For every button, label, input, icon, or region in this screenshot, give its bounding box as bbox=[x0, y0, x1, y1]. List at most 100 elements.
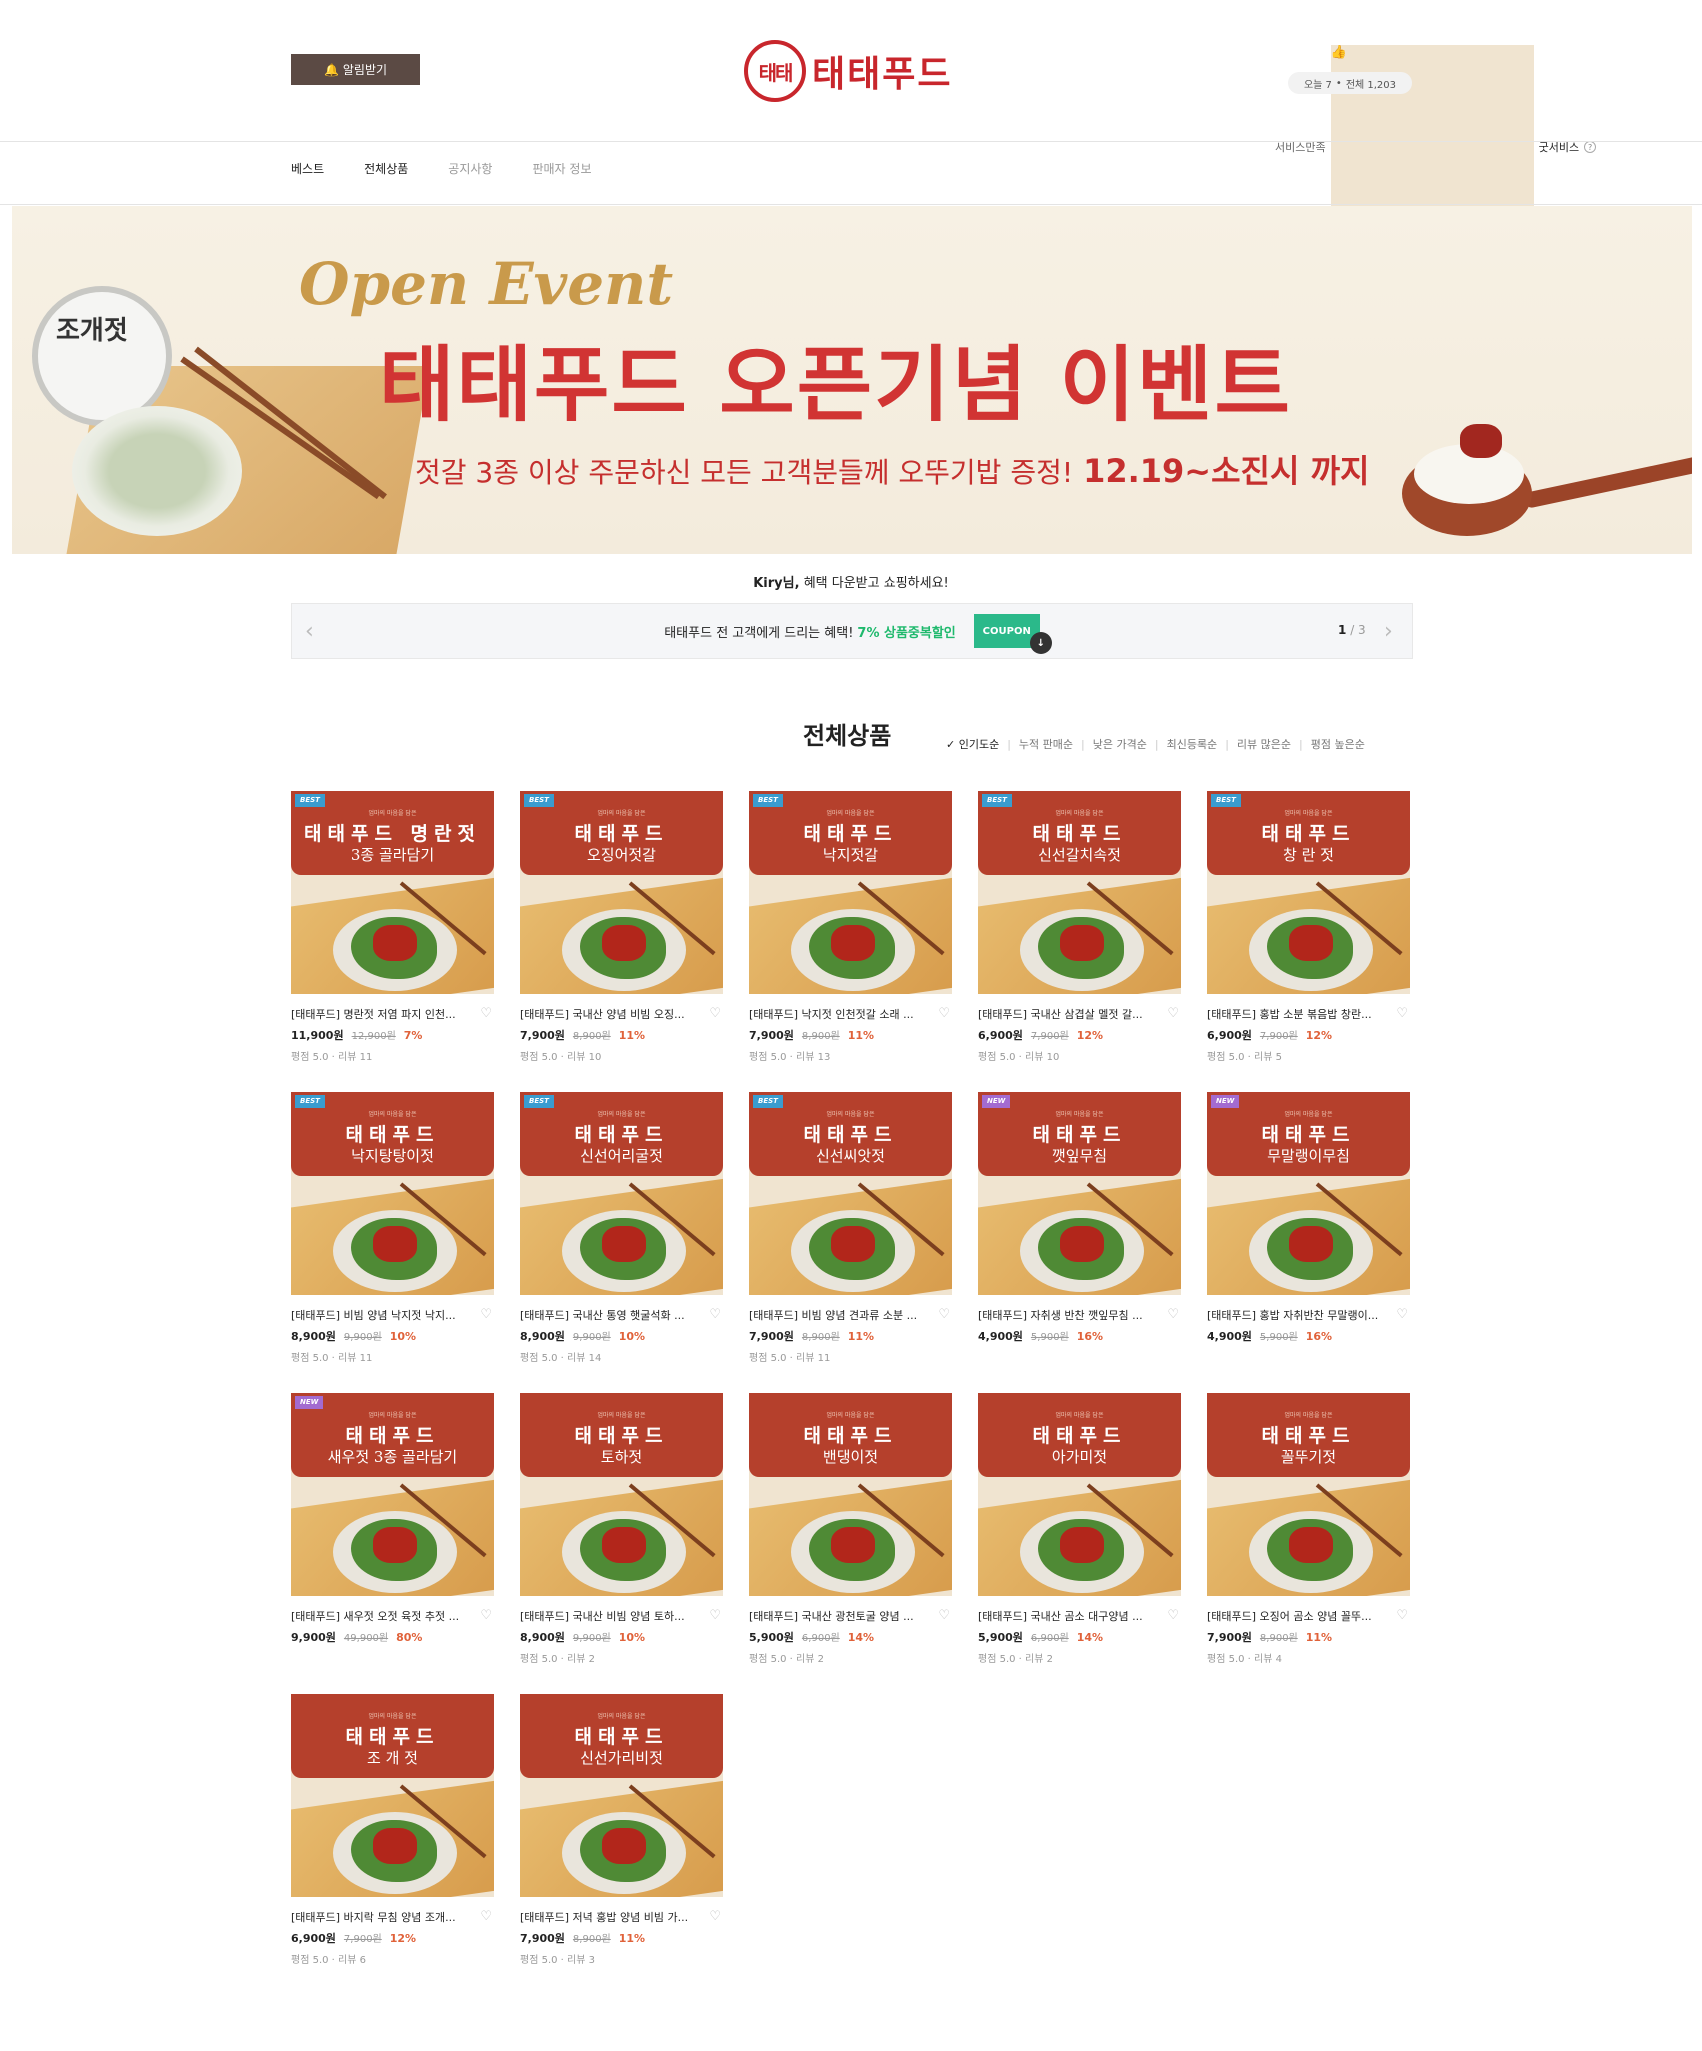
product-thumbnail[interactable]: 엄마의 마음을 담은 태태푸드 명란젓 3종 골라담기 BEST bbox=[291, 791, 494, 994]
product-title[interactable]: [태태푸드] 국내산 광천토굴 양념 ... bbox=[749, 1608, 929, 1624]
product-card[interactable]: 엄마의 마음을 담은 태태푸드 토하젓 [태태푸드] 국내산 비빔 양념 토하.… bbox=[520, 1393, 723, 1694]
nav-best[interactable]: 베스트 bbox=[291, 160, 324, 177]
original-price: 9,900원 bbox=[572, 1332, 611, 1343]
product-thumbnail[interactable]: 엄마의 마음을 담은 태태푸드 낙지탕탕이젓 BEST bbox=[291, 1092, 494, 1295]
product-thumbnail[interactable]: 엄마의 마음을 담은 태태푸드 무말랭이무침 NEW bbox=[1207, 1092, 1410, 1295]
product-card[interactable]: 엄마의 마음을 담은 태태푸드 창 란 젓 BEST [태태푸드] 홍밥 소분 … bbox=[1207, 791, 1410, 1092]
sort-newest[interactable]: 최신등록순 bbox=[1167, 736, 1218, 752]
product-title[interactable]: [태태푸드] 국내산 비빔 양념 토하... bbox=[520, 1608, 700, 1624]
help-icon[interactable]: ? bbox=[1584, 140, 1597, 153]
heart-icon[interactable]: ♡ bbox=[709, 1006, 721, 1021]
product-thumbnail[interactable]: 엄마의 마음을 담은 태태푸드 밴댕이젓 bbox=[749, 1393, 952, 1596]
prev-arrow-icon[interactable]: ‹ bbox=[305, 619, 314, 644]
heart-icon[interactable]: ♡ bbox=[709, 1909, 721, 1924]
product-title[interactable]: [태태푸드] 새우젓 오젓 육젓 추젓 ... bbox=[291, 1608, 471, 1624]
product-thumbnail[interactable]: 엄마의 마음을 담은 태태푸드 꼴뚜기젓 bbox=[1207, 1393, 1410, 1596]
product-card[interactable]: 엄마의 마음을 담은 태태푸드 무말랭이무침 NEW [태태푸드] 홍밥 자취반… bbox=[1207, 1092, 1410, 1393]
review-summary: 평점 5.0 · 리뷰 11 bbox=[749, 1353, 831, 1364]
jeotgal-topping bbox=[1460, 424, 1502, 458]
product-thumbnail[interactable]: 엄마의 마음을 담은 태태푸드 낙지젓갈 BEST bbox=[749, 791, 952, 994]
heart-icon[interactable]: ♡ bbox=[480, 1909, 492, 1924]
heart-icon[interactable]: ♡ bbox=[938, 1006, 950, 1021]
product-thumbnail[interactable]: 엄마의 마음을 담은 태태푸드 토하젓 bbox=[520, 1393, 723, 1596]
product-badge: NEW bbox=[982, 1095, 1011, 1108]
thumb-food bbox=[1289, 1527, 1333, 1563]
product-title[interactable]: [태태푸드] 국내산 양념 비빔 오징... bbox=[520, 1006, 700, 1022]
sort-low-price[interactable]: 낮은 가격순 bbox=[1093, 736, 1147, 752]
product-thumbnail[interactable]: 엄마의 마음을 담은 태태푸드 아가미젓 bbox=[978, 1393, 1181, 1596]
price-line: 7,900원 8,900원 11% bbox=[749, 1328, 952, 1344]
product-card[interactable]: 엄마의 마음을 담은 태태푸드 신선어리굴젓 BEST [태태푸드] 국내산 통… bbox=[520, 1092, 723, 1393]
heart-icon[interactable]: ♡ bbox=[1396, 1307, 1408, 1322]
product-price: 6,900원 bbox=[978, 1029, 1023, 1042]
product-title[interactable]: [태태푸드] 국내산 곰소 대구양념 ... bbox=[978, 1608, 1158, 1624]
product-title[interactable]: [태태푸드] 바지락 무침 양념 조개... bbox=[291, 1909, 471, 1925]
product-card[interactable]: 엄마의 마음을 담은 태태푸드 신선가리비젓 [태태푸드] 저녁 홍밥 양념 비… bbox=[520, 1694, 723, 1995]
sort-rating[interactable]: 평점 높은순 bbox=[1311, 736, 1365, 752]
heart-icon[interactable]: ♡ bbox=[1396, 1006, 1408, 1021]
event-banner[interactable]: 조개젓 Open Event 태태푸드 오픈기념 이벤트 젓갈 3종 이상 주문… bbox=[12, 206, 1692, 554]
product-title[interactable]: [태태푸드] 국내산 삼겹살 멜젓 갈... bbox=[978, 1006, 1158, 1022]
thumb-slogan: 엄마의 마음을 담은 bbox=[368, 1412, 417, 1419]
product-card[interactable]: 엄마의 마음을 담은 태태푸드 명란젓 3종 골라담기 BEST [태태푸드] … bbox=[291, 791, 494, 1092]
heart-icon[interactable]: ♡ bbox=[709, 1307, 721, 1322]
coupon-download-button[interactable]: COUPON ↓ bbox=[973, 614, 1052, 654]
heart-icon[interactable]: ♡ bbox=[480, 1006, 492, 1021]
next-arrow-icon[interactable]: › bbox=[1384, 619, 1393, 644]
product-card[interactable]: 엄마의 마음을 담은 태태푸드 꼴뚜기젓 [태태푸드] 오징어 곰소 양념 꼴뚜… bbox=[1207, 1393, 1410, 1694]
product-card[interactable]: 엄마의 마음을 담은 태태푸드 낙지젓갈 BEST [태태푸드] 낙지젓 인천젓… bbox=[749, 791, 952, 1092]
sort-sales[interactable]: 누적 판매순 bbox=[1019, 736, 1073, 752]
product-thumbnail[interactable]: 엄마의 마음을 담은 태태푸드 오징어젓갈 BEST bbox=[520, 791, 723, 994]
product-title[interactable]: [태태푸드] 홍밥 자취반찬 무말랭이... bbox=[1207, 1307, 1387, 1323]
product-thumbnail[interactable]: 엄마의 마음을 담은 태태푸드 조 개 젓 bbox=[291, 1694, 494, 1897]
product-thumbnail[interactable]: 엄마의 마음을 담은 태태푸드 새우젓 3종 골라담기 NEW bbox=[291, 1393, 494, 1596]
product-title[interactable]: [태태푸드] 자취생 반찬 깻잎무침 ... bbox=[978, 1307, 1158, 1323]
product-card[interactable]: 엄마의 마음을 담은 태태푸드 오징어젓갈 BEST [태태푸드] 국내산 양념… bbox=[520, 791, 723, 1092]
visits-total: 전체 1,203 bbox=[1345, 79, 1397, 91]
price-line: 8,900원 9,900원 10% bbox=[291, 1328, 494, 1344]
nav-notice[interactable]: 공지사항 bbox=[448, 160, 492, 177]
heart-icon[interactable]: ♡ bbox=[1167, 1307, 1179, 1322]
product-title[interactable]: [태태푸드] 낙지젓 인천젓갈 소래 ... bbox=[749, 1006, 929, 1022]
thumb-slogan: 엄마의 마음을 담은 bbox=[826, 810, 875, 817]
product-thumbnail[interactable]: 엄마의 마음을 담은 태태푸드 창 란 젓 BEST bbox=[1207, 791, 1410, 994]
product-thumbnail[interactable]: 엄마의 마음을 담은 태태푸드 신선씨앗젓 BEST bbox=[749, 1092, 952, 1295]
product-title[interactable]: [태태푸드] 비빔 양념 낙지젓 낙지... bbox=[291, 1307, 471, 1323]
product-thumbnail[interactable]: 엄마의 마음을 담은 태태푸드 깻잎무침 NEW bbox=[978, 1092, 1181, 1295]
review-summary: 평점 5.0 · 리뷰 2 bbox=[520, 1654, 595, 1665]
nav-all-products[interactable]: 전체상품 bbox=[364, 160, 408, 177]
thumb-slogan: 엄마의 마음을 담은 bbox=[597, 810, 646, 817]
heart-icon[interactable]: ♡ bbox=[1167, 1006, 1179, 1021]
heart-icon[interactable]: ♡ bbox=[1396, 1608, 1408, 1623]
product-card[interactable]: 엄마의 마음을 담은 태태푸드 새우젓 3종 골라담기 NEW [태태푸드] 새… bbox=[291, 1393, 494, 1694]
product-thumbnail[interactable]: 엄마의 마음을 담은 태태푸드 신선어리굴젓 BEST bbox=[520, 1092, 723, 1295]
product-title[interactable]: [태태푸드] 명란젓 저염 파지 인천... bbox=[291, 1006, 471, 1022]
product-title[interactable]: [태태푸드] 비빔 양념 견과류 소분 ... bbox=[749, 1307, 929, 1323]
product-title[interactable]: [태태푸드] 저녁 홍밥 양념 비빔 가... bbox=[520, 1909, 700, 1925]
product-title[interactable]: [태태푸드] 국내산 통영 햇굴석화 ... bbox=[520, 1307, 700, 1323]
product-card[interactable]: 엄마의 마음을 담은 태태푸드 신선씨앗젓 BEST [태태푸드] 비빔 양념 … bbox=[749, 1092, 952, 1393]
product-card[interactable]: 엄마의 마음을 담은 태태푸드 밴댕이젓 [태태푸드] 국내산 광천토굴 양념 … bbox=[749, 1393, 952, 1694]
heart-icon[interactable]: ♡ bbox=[480, 1608, 492, 1623]
product-card[interactable]: 엄마의 마음을 담은 태태푸드 조 개 젓 [태태푸드] 바지락 무침 양념 조… bbox=[291, 1694, 494, 1995]
product-card[interactable]: 엄마의 마음을 담은 태태푸드 낙지탕탕이젓 BEST [태태푸드] 비빔 양념… bbox=[291, 1092, 494, 1393]
heart-icon[interactable]: ♡ bbox=[1167, 1608, 1179, 1623]
heart-icon[interactable]: ♡ bbox=[938, 1307, 950, 1322]
sort-reviews[interactable]: 리뷰 많은순 bbox=[1237, 736, 1291, 752]
heart-icon[interactable]: ♡ bbox=[709, 1608, 721, 1623]
product-title[interactable]: [태태푸드] 오징어 곰소 양념 꼴뚜... bbox=[1207, 1608, 1387, 1624]
heart-icon[interactable]: ♡ bbox=[938, 1608, 950, 1623]
product-title[interactable]: [태태푸드] 홍밥 소분 볶음밥 창란... bbox=[1207, 1006, 1387, 1022]
product-thumbnail[interactable]: 엄마의 마음을 담은 태태푸드 신선갈치속젓 BEST bbox=[978, 791, 1181, 994]
product-card[interactable]: 엄마의 마음을 담은 태태푸드 신선갈치속젓 BEST [태태푸드] 국내산 삼… bbox=[978, 791, 1181, 1092]
heart-icon[interactable]: ♡ bbox=[480, 1307, 492, 1322]
product-card[interactable]: 엄마의 마음을 담은 태태푸드 깻잎무침 NEW [태태푸드] 자취생 반찬 깻… bbox=[978, 1092, 1181, 1393]
alarm-button[interactable]: 🔔 알림받기 bbox=[291, 54, 420, 85]
thumb-food bbox=[1060, 925, 1104, 961]
logo[interactable]: 태태 태태푸드 bbox=[744, 38, 958, 104]
product-thumbnail[interactable]: 엄마의 마음을 담은 태태푸드 신선가리비젓 bbox=[520, 1694, 723, 1897]
nav-seller-info[interactable]: 판매자 정보 bbox=[532, 160, 591, 177]
product-card[interactable]: 엄마의 마음을 담은 태태푸드 아가미젓 [태태푸드] 국내산 곰소 대구양념 … bbox=[978, 1393, 1181, 1694]
review-summary: 평점 5.0 · 리뷰 5 bbox=[1207, 1052, 1282, 1063]
sort-popular[interactable]: ✓ 인기도순 bbox=[946, 736, 999, 752]
